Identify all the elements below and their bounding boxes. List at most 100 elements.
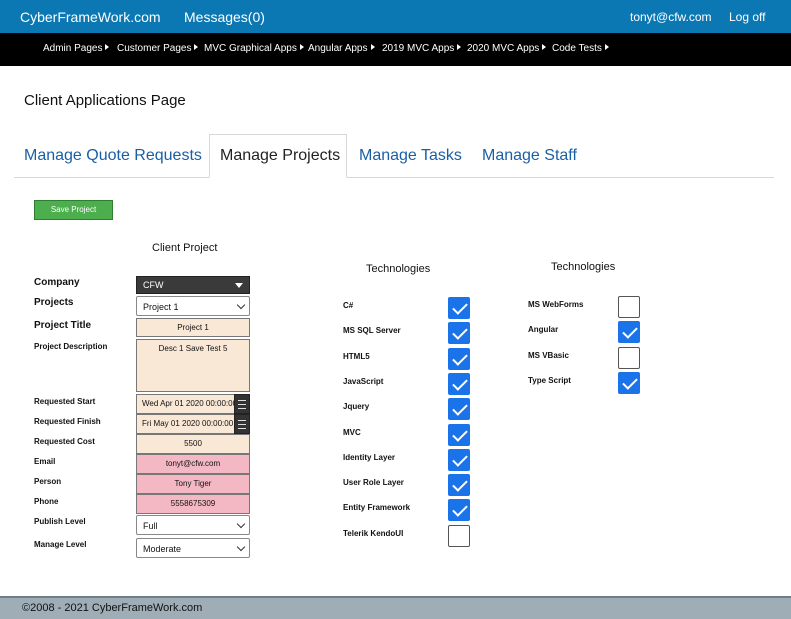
tech-checkbox[interactable] bbox=[448, 448, 470, 471]
tech-label: Type Script bbox=[528, 375, 571, 385]
tech-label: HTML5 bbox=[343, 351, 370, 361]
tech-label: MS VBasic bbox=[528, 350, 569, 360]
publish-level-select[interactable]: Full bbox=[136, 515, 250, 535]
messages-link[interactable]: Messages(0) bbox=[184, 9, 265, 25]
tech-label: MS WebForms bbox=[528, 300, 584, 309]
chevron-down-icon bbox=[236, 300, 246, 310]
project-title-label: Project Title bbox=[34, 320, 92, 331]
tab-label: Manage Projects bbox=[220, 147, 341, 164]
menu-label: Code Tests bbox=[552, 43, 602, 54]
caret-down-icon bbox=[235, 283, 243, 288]
tech-checkbox[interactable] bbox=[618, 296, 640, 318]
tech-label: C# bbox=[343, 301, 354, 310]
person-input[interactable]: Tony Tiger bbox=[136, 474, 250, 494]
page-title: Client Applications Page bbox=[24, 92, 186, 109]
tech-checkbox[interactable] bbox=[448, 524, 470, 547]
technologies-heading-right: Technologies bbox=[551, 261, 616, 273]
main-menu: Admin Pages Customer Pages MVC Graphical… bbox=[0, 33, 791, 66]
company-label: Company bbox=[34, 277, 80, 288]
email-label: Email bbox=[34, 457, 56, 466]
tech-checkbox[interactable] bbox=[448, 347, 470, 370]
menu-code-tests[interactable]: Code Tests bbox=[552, 43, 609, 54]
project-title-input[interactable]: Project 1 bbox=[136, 318, 250, 337]
menu-label: 2020 MVC Apps bbox=[467, 43, 540, 54]
tech-checkbox[interactable] bbox=[618, 346, 640, 369]
menu-customer-pages[interactable]: Customer Pages bbox=[117, 43, 199, 54]
footer: ©2008 - 2021 CyberFrameWork.com bbox=[0, 596, 791, 619]
tech-label: MS SQL Server bbox=[343, 326, 401, 336]
company-select[interactable]: CFW bbox=[136, 276, 250, 294]
manage-level-select[interactable]: Moderate bbox=[136, 538, 250, 558]
calendar-icon[interactable] bbox=[234, 394, 250, 414]
tech-checkbox[interactable] bbox=[448, 423, 470, 446]
menu-label: Angular Apps bbox=[308, 43, 368, 54]
menu-2020-mvc-apps[interactable]: 2020 MVC Apps bbox=[467, 43, 547, 54]
email-input[interactable]: tonyt@cfw.com bbox=[136, 454, 250, 474]
chevron-down-icon bbox=[236, 519, 246, 529]
company-value: CFW bbox=[143, 280, 164, 290]
tab-manage-staff[interactable]: Manage Staff bbox=[482, 147, 577, 165]
requested-finish-input[interactable]: Fri May 01 2020 00:00:00 bbox=[136, 414, 236, 434]
requested-start-input[interactable]: Wed Apr 01 2020 00:00:00 bbox=[136, 394, 236, 414]
publish-level-value: Full bbox=[143, 521, 158, 531]
requested-start-label: Requested Start bbox=[34, 397, 96, 406]
menu-mvc-graphical-apps[interactable]: MVC Graphical Apps bbox=[204, 43, 304, 54]
tech-label: User Role Layer bbox=[343, 478, 404, 488]
tech-label: Telerik KendoUI bbox=[343, 528, 404, 538]
menu-admin-pages[interactable]: Admin Pages bbox=[43, 43, 110, 54]
tab-manage-projects[interactable]: Manage Projects bbox=[209, 134, 347, 178]
phone-input[interactable]: 5558675309 bbox=[136, 494, 250, 514]
project-description-textarea[interactable]: Desc 1 Save Test 5 bbox=[136, 339, 250, 392]
top-navbar: CyberFrameWork.com Messages(0) tonyt@cfw… bbox=[0, 0, 791, 33]
tech-checkbox[interactable] bbox=[448, 398, 470, 421]
caret-right-icon bbox=[542, 44, 547, 50]
tech-checkbox[interactable] bbox=[448, 372, 470, 395]
menu-2019-mvc-apps[interactable]: 2019 MVC Apps bbox=[382, 43, 462, 54]
tech-checkbox[interactable] bbox=[618, 371, 640, 394]
caret-right-icon bbox=[457, 44, 462, 50]
menu-angular-apps[interactable]: Angular Apps bbox=[308, 43, 375, 54]
menu-label: 2019 MVC Apps bbox=[382, 43, 455, 54]
manage-level-label: Manage Level bbox=[34, 540, 87, 549]
tech-checkbox[interactable] bbox=[448, 499, 470, 522]
chevron-down-icon bbox=[236, 542, 246, 552]
tech-label: Angular bbox=[528, 325, 559, 335]
projects-value: Project 1 bbox=[143, 302, 179, 312]
logoff-link[interactable]: Log off bbox=[729, 10, 765, 24]
save-project-button[interactable]: Save Project bbox=[34, 200, 113, 220]
caret-right-icon bbox=[105, 44, 110, 50]
technologies-heading-left: Technologies bbox=[366, 263, 431, 275]
requested-cost-input[interactable]: 5500 bbox=[136, 434, 250, 454]
tech-checkbox[interactable] bbox=[448, 322, 470, 345]
caret-right-icon bbox=[604, 44, 609, 50]
tech-checkbox[interactable] bbox=[448, 474, 470, 497]
tab-manage-quote-requests[interactable]: Manage Quote Requests bbox=[24, 147, 202, 165]
tab-manage-tasks[interactable]: Manage Tasks bbox=[359, 147, 462, 165]
requested-cost-label: Requested Cost bbox=[34, 437, 95, 446]
projects-label: Projects bbox=[34, 297, 74, 308]
tech-label: Identity Layer bbox=[343, 452, 396, 462]
tech-label: JavaScript bbox=[343, 376, 384, 386]
tech-checkbox[interactable] bbox=[448, 297, 470, 319]
user-email-link[interactable]: tonyt@cfw.com bbox=[630, 10, 712, 24]
person-label: Person bbox=[34, 477, 62, 486]
brand-link[interactable]: CyberFrameWork.com bbox=[20, 9, 161, 25]
calendar-icon[interactable] bbox=[234, 414, 250, 434]
requested-finish-label: Requested Finish bbox=[34, 417, 101, 426]
tech-label: MVC bbox=[343, 427, 361, 437]
footer-copyright: ©2008 - 2021 CyberFrameWork.com bbox=[22, 602, 203, 614]
caret-right-icon bbox=[299, 44, 304, 50]
tab-divider bbox=[14, 177, 774, 178]
caret-right-icon bbox=[370, 44, 375, 50]
tech-checkbox[interactable] bbox=[618, 321, 640, 344]
caret-right-icon bbox=[194, 44, 199, 50]
client-project-heading: Client Project bbox=[152, 242, 218, 254]
manage-level-value: Moderate bbox=[143, 544, 182, 554]
menu-label: Customer Pages bbox=[117, 43, 192, 54]
phone-label: Phone bbox=[34, 497, 59, 506]
tech-label: Entity Framework bbox=[343, 503, 411, 513]
project-description-label: Project Description bbox=[34, 342, 108, 351]
publish-level-label: Publish Level bbox=[34, 517, 86, 526]
projects-select[interactable]: Project 1 bbox=[136, 296, 250, 316]
menu-label: MVC Graphical Apps bbox=[204, 43, 297, 54]
